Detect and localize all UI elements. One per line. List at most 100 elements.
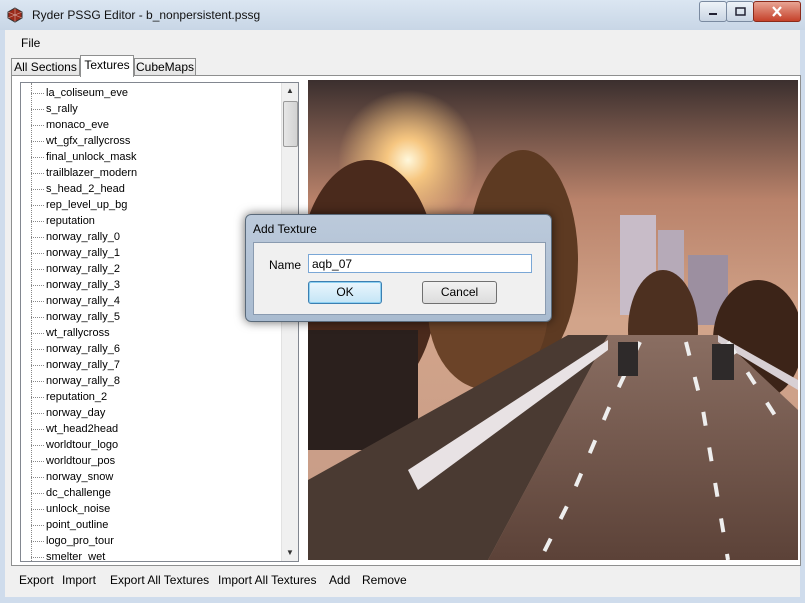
tree-connector <box>31 252 44 254</box>
tree-item-label: norway_rally_4 <box>46 295 120 307</box>
tree-connector <box>31 236 44 238</box>
tree-item[interactable]: norway_day <box>31 405 105 421</box>
tab-cubemaps[interactable]: CubeMaps <box>134 58 196 76</box>
name-label: Name <box>269 258 302 272</box>
tree-connector <box>31 156 44 158</box>
minimize-button[interactable] <box>699 1 727 22</box>
tree-connector <box>31 140 44 142</box>
minimize-icon <box>709 12 717 15</box>
tree-item-label: norway_snow <box>46 471 114 483</box>
scroll-thumb[interactable] <box>283 101 298 147</box>
tree-item[interactable]: norway_rally_2 <box>31 261 120 277</box>
tab-all-sections[interactable]: All Sections <box>11 58 80 76</box>
export-all-textures-button[interactable]: Export All Textures <box>110 573 209 587</box>
add-button[interactable]: Add <box>329 573 350 587</box>
tree-item-label: wt_gfx_rallycross <box>46 135 131 147</box>
tab-textures[interactable]: Textures <box>80 55 134 77</box>
tree-item-label: wt_rallycross <box>46 327 110 339</box>
ok-button[interactable]: OK <box>308 281 382 304</box>
close-button[interactable] <box>753 1 801 22</box>
tree-item[interactable]: norway_rally_0 <box>31 229 120 245</box>
tree-item-label: norway_rally_2 <box>46 263 120 275</box>
tree-item[interactable]: trailblazer_modern <box>31 165 137 181</box>
add-texture-dialog: Add Texture Name OK Cancel <box>245 214 552 322</box>
scroll-up-icon[interactable]: ▲ <box>282 83 298 99</box>
tree-connector <box>31 444 44 446</box>
tree-connector <box>31 476 44 478</box>
import-button[interactable]: Import <box>62 573 96 587</box>
tree-item[interactable]: norway_rally_1 <box>31 245 120 261</box>
tree-item[interactable]: norway_rally_8 <box>31 373 120 389</box>
tree-item-label: norway_rally_3 <box>46 279 120 291</box>
tree-connector <box>31 540 44 542</box>
tree-connector <box>31 188 44 190</box>
tree-item[interactable]: dc_challenge <box>31 485 111 501</box>
tree-item[interactable]: norway_rally_4 <box>31 293 120 309</box>
tree-connector <box>31 412 44 414</box>
tree-item[interactable]: worldtour_logo <box>31 437 118 453</box>
menu-file[interactable]: File <box>21 36 40 50</box>
texture-tree[interactable]: la_coliseum_eve s_rally monaco_eve wt_gfx_r… <box>20 82 299 562</box>
tree-connector <box>31 508 44 510</box>
tree-item[interactable]: wt_gfx_rallycross <box>31 133 130 149</box>
tree-item[interactable]: la_coliseum_eve <box>31 85 128 101</box>
tree-item[interactable]: logo_pro_tour <box>31 533 114 549</box>
tree-item-label: point_outline <box>46 519 109 531</box>
tree-item-label: trailblazer_modern <box>46 167 138 179</box>
cancel-button[interactable]: Cancel <box>422 281 497 304</box>
tree-connector <box>31 108 44 110</box>
tree-connector <box>31 268 44 270</box>
export-button[interactable]: Export <box>19 573 54 587</box>
tree-connector <box>31 300 44 302</box>
tree-item-label: norway_rally_8 <box>46 375 120 387</box>
tree-item-label: rep_level_up_bg <box>46 199 128 211</box>
tree-item-label: reputation_2 <box>46 391 108 403</box>
tree-item[interactable]: unlock_noise <box>31 501 110 517</box>
tree-item[interactable]: worldtour_pos <box>31 453 115 469</box>
tree-item-label: wt_head2head <box>46 423 119 435</box>
tree-item[interactable]: norway_rally_3 <box>31 277 120 293</box>
texture-list: la_coliseum_eve s_rally monaco_eve wt_gfx_r… <box>21 83 281 561</box>
remove-button[interactable]: Remove <box>362 573 407 587</box>
tree-item-label: norway_rally_5 <box>46 311 120 323</box>
tree-connector <box>31 556 44 558</box>
tree-item[interactable]: s_rally <box>31 101 78 117</box>
tree-item[interactable]: final_unlock_mask <box>31 149 137 165</box>
tree-connector <box>31 172 44 174</box>
title-bar: Ryder PSSG Editor - b_nonpersistent.pssg <box>0 0 805 31</box>
tree-item[interactable]: norway_rally_5 <box>31 309 120 325</box>
tree-item[interactable]: norway_rally_7 <box>31 357 120 373</box>
tree-item[interactable]: wt_rallycross <box>31 325 110 341</box>
tree-scrollbar[interactable]: ▲ ▼ <box>281 83 298 561</box>
scroll-down-icon[interactable]: ▼ <box>282 545 298 561</box>
tree-connector <box>31 364 44 366</box>
maximize-button[interactable] <box>726 1 754 22</box>
bottom-toolbar: Export Import Export All Textures Import… <box>5 564 800 596</box>
tree-item[interactable]: reputation_2 <box>31 389 107 405</box>
tree-item[interactable]: norway_snow <box>31 469 113 485</box>
tree-connector <box>31 316 44 318</box>
name-field[interactable] <box>308 254 532 273</box>
tree-item-label: unlock_noise <box>46 503 111 515</box>
tree-connector <box>31 220 44 222</box>
tree-item[interactable]: norway_rally_6 <box>31 341 120 357</box>
tree-item-label: worldtour_pos <box>46 455 116 467</box>
tree-item-label: logo_pro_tour <box>46 535 114 547</box>
tree-item[interactable]: point_outline <box>31 517 108 533</box>
tree-item[interactable]: wt_head2head <box>31 421 118 437</box>
tree-connector <box>31 428 44 430</box>
maximize-icon <box>734 7 746 16</box>
tree-item[interactable]: monaco_eve <box>31 117 109 133</box>
tree-item[interactable]: smelter_wet <box>31 549 105 561</box>
tree-connector <box>31 204 44 206</box>
tree-item[interactable]: reputation <box>31 213 95 229</box>
app-icon <box>7 7 23 23</box>
tree-item[interactable]: rep_level_up_bg <box>31 197 127 213</box>
tree-item-label: la_coliseum_eve <box>46 87 128 99</box>
tree-item-label: monaco_eve <box>46 119 109 131</box>
import-all-textures-button[interactable]: Import All Textures <box>218 573 316 587</box>
tree-item-label: norway_day <box>46 407 106 419</box>
tree-item-label: norway_rally_6 <box>46 343 120 355</box>
tree-connector <box>31 348 44 350</box>
tree-item[interactable]: s_head_2_head <box>31 181 125 197</box>
